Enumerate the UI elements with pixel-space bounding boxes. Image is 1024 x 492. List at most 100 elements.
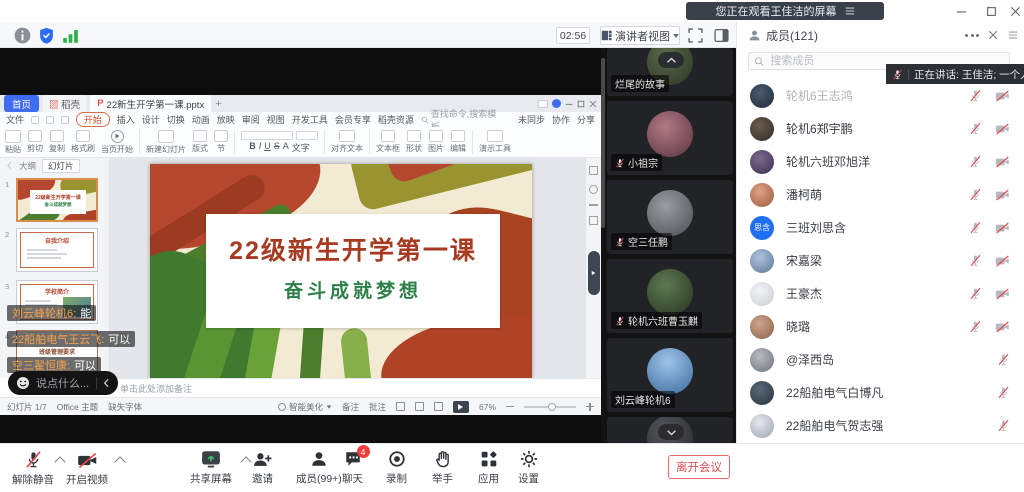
wps-layout-icon[interactable] bbox=[538, 100, 548, 108]
strip-scroll-down-button[interactable] bbox=[658, 424, 684, 440]
wps-menu-view[interactable]: 视图 bbox=[267, 113, 285, 126]
member-row[interactable]: 晓璐 bbox=[736, 310, 1024, 343]
emoji-icon[interactable] bbox=[16, 376, 30, 390]
wps-save-icon[interactable] bbox=[31, 116, 39, 124]
wps-redo-icon[interactable] bbox=[61, 116, 69, 124]
wps-menu-review[interactable]: 审阅 bbox=[242, 113, 260, 126]
video-tile[interactable]: 刘云峰轮机6 bbox=[607, 338, 733, 412]
member-row[interactable]: 轮机6郑宇鹏 bbox=[736, 112, 1024, 145]
wps-minimize-icon[interactable] bbox=[565, 100, 573, 108]
ribbon-play-from-page-button[interactable]: 当页开始 bbox=[101, 130, 133, 155]
ribbon-cut-button[interactable]: 剪切 bbox=[27, 130, 43, 154]
status-beautify-button[interactable]: 智能美化 bbox=[278, 401, 332, 413]
meeting-info-icon[interactable] bbox=[14, 27, 31, 44]
ribbon-layout-button[interactable]: 版式 bbox=[192, 130, 208, 154]
member-row[interactable]: 思含 三班刘思含 bbox=[736, 211, 1024, 244]
panel-drag-handle-icon[interactable] bbox=[1008, 30, 1018, 40]
slideshow-play-button[interactable] bbox=[453, 401, 469, 413]
zoom-in-button[interactable] bbox=[586, 403, 594, 411]
member-row[interactable]: 轮机六班邓旭洋 bbox=[736, 145, 1024, 178]
zoom-out-button[interactable] bbox=[506, 406, 514, 408]
strip-scrollbar[interactable] bbox=[601, 58, 605, 228]
wps-new-tab-button[interactable]: + bbox=[215, 98, 221, 110]
member-row[interactable]: 22船舶电气贺志强 bbox=[736, 409, 1024, 442]
font-size-box[interactable] bbox=[296, 131, 318, 140]
wps-restore-icon[interactable] bbox=[577, 100, 585, 108]
italic-button[interactable]: I bbox=[259, 141, 262, 154]
collapse-pane-icon[interactable] bbox=[6, 161, 13, 170]
ribbon-new-slide-button[interactable]: 新建幻灯片 bbox=[146, 130, 186, 155]
hamburger-menu-icon[interactable] bbox=[845, 6, 855, 16]
toolbar-chat[interactable]: 4 聊天 bbox=[342, 450, 363, 486]
side-panel-toggle-icon[interactable] bbox=[714, 28, 729, 43]
toolbar-apps[interactable]: 应用 bbox=[478, 450, 499, 486]
wps-home-tab[interactable]: 首页 bbox=[4, 95, 39, 112]
ribbon-edit-button[interactable]: 编辑 bbox=[450, 130, 466, 154]
tab-outline[interactable]: 大纲 bbox=[19, 160, 36, 172]
wps-collab-button[interactable]: 协作 bbox=[552, 113, 570, 126]
text-effects-button[interactable]: 文字 bbox=[292, 141, 310, 154]
strike-button[interactable]: S bbox=[274, 141, 280, 154]
wps-menu-slideshow[interactable]: 放映 bbox=[217, 113, 235, 126]
slide-thumbnail-1[interactable]: 22级新生开学第一课 奋斗成就梦想 bbox=[16, 178, 98, 222]
wps-undo-icon[interactable] bbox=[46, 116, 54, 124]
tab-slides[interactable]: 幻灯片 bbox=[42, 159, 80, 173]
toolbar-invite[interactable]: 邀请 bbox=[252, 450, 273, 486]
ribbon-align-text-button[interactable]: 对齐文本 bbox=[331, 130, 363, 154]
wps-sync-status[interactable]: 未同步 bbox=[518, 113, 545, 126]
wps-menu-transition[interactable]: 切换 bbox=[167, 113, 185, 126]
member-row[interactable]: @泽西岛 bbox=[736, 343, 1024, 376]
wps-share-button[interactable]: 分享 bbox=[577, 113, 595, 126]
wps-menu-file[interactable]: 文件 bbox=[6, 113, 24, 126]
chat-input-placeholder[interactable]: 说点什么... bbox=[36, 375, 90, 391]
toolbar-unmute[interactable]: 解除静音 bbox=[12, 450, 54, 487]
wps-account-avatar[interactable] bbox=[552, 99, 561, 108]
wps-document-tab[interactable]: P22新生开学第一课.pptx bbox=[90, 95, 211, 112]
ribbon-font-group[interactable]: B I U S A 文字 bbox=[241, 131, 318, 154]
font-color-button[interactable]: A bbox=[283, 141, 289, 154]
maximize-button[interactable] bbox=[978, 4, 1004, 19]
member-row[interactable]: 22船舶电气白博凡 bbox=[736, 376, 1024, 409]
wps-menu-home[interactable]: 开始 bbox=[76, 112, 110, 127]
view-sorter-icon[interactable] bbox=[415, 402, 424, 411]
ribbon-copy-button[interactable]: 复制 bbox=[49, 130, 65, 154]
more-options-icon[interactable] bbox=[965, 34, 979, 37]
ribbon-shape-button[interactable]: 形状 bbox=[406, 130, 422, 154]
collapse-chat-icon[interactable] bbox=[103, 378, 110, 388]
zoom-slider[interactable] bbox=[524, 406, 576, 408]
status-notes-button[interactable]: 备注 bbox=[342, 401, 359, 413]
slide-nav-handle[interactable] bbox=[588, 251, 600, 295]
toolbar-start-video[interactable]: 开启视频 bbox=[66, 450, 108, 487]
member-row[interactable]: 王豪杰 bbox=[736, 277, 1024, 310]
font-name-box[interactable] bbox=[241, 131, 293, 140]
toolbar-raise-hand[interactable]: 举手 bbox=[432, 450, 453, 486]
wps-menu-member[interactable]: 会员专享 bbox=[335, 113, 371, 126]
chat-quick-input[interactable]: 说点什么... bbox=[8, 371, 118, 395]
view-selector[interactable]: 演讲者视图 bbox=[600, 26, 680, 45]
video-tile[interactable]: 空三任鹏 bbox=[607, 180, 733, 254]
toolbar-settings[interactable]: 设置 bbox=[518, 450, 539, 486]
status-zoom-level[interactable]: 67% bbox=[479, 402, 496, 412]
wps-close-icon[interactable] bbox=[589, 100, 597, 108]
fullscreen-icon[interactable] bbox=[688, 28, 703, 43]
security-shield-icon[interactable] bbox=[38, 27, 55, 44]
strip-scroll-up-button[interactable] bbox=[658, 52, 684, 68]
status-comments-button[interactable]: 批注 bbox=[369, 401, 386, 413]
bold-button[interactable]: B bbox=[249, 141, 256, 154]
ribbon-section-button[interactable]: 节 bbox=[214, 130, 228, 154]
close-button[interactable] bbox=[1002, 4, 1024, 19]
video-tile[interactable]: 轮机六班曹玉麒 bbox=[607, 259, 733, 333]
minimize-button[interactable] bbox=[948, 4, 974, 19]
video-tile[interactable]: 小祖宗 bbox=[607, 101, 733, 175]
view-reading-icon[interactable] bbox=[434, 402, 443, 411]
leave-meeting-button[interactable]: 离开会议 bbox=[668, 455, 730, 479]
network-signal-icon[interactable] bbox=[62, 27, 79, 44]
toolbar-record[interactable]: 录制 bbox=[386, 450, 407, 486]
member-row[interactable]: 潘柯萌 bbox=[736, 178, 1024, 211]
wps-menu-animation[interactable]: 动画 bbox=[192, 113, 210, 126]
status-missing-fonts[interactable]: 缺失字体 bbox=[108, 401, 142, 413]
wps-menu-insert[interactable]: 插入 bbox=[117, 113, 135, 126]
close-panel-icon[interactable] bbox=[988, 30, 998, 40]
ribbon-textbox-button[interactable]: 文本框 bbox=[376, 130, 400, 154]
wps-docer-tab[interactable]: ▨ 稻壳 bbox=[43, 95, 86, 112]
